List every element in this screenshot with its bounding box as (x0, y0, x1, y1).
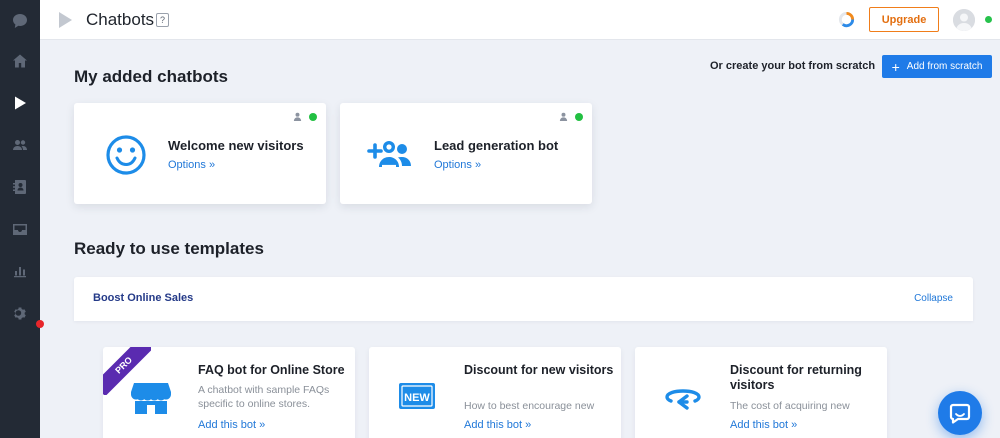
templates-category-panel: Boost Online Sales Collapse (74, 277, 973, 321)
collapse-link[interactable]: Collapse (914, 293, 953, 304)
sidebar-item-settings[interactable] (0, 292, 40, 334)
top-header: Chatbots ? Upgrade (40, 0, 1000, 40)
add-from-scratch-label: Add from scratch (906, 61, 983, 72)
bot-name: Welcome new visitors (168, 138, 304, 153)
template-title: Discount for returning visitors (730, 363, 862, 392)
upgrade-button[interactable]: Upgrade (869, 7, 939, 32)
bot-card-lead-generation[interactable]: Lead generation bot Options » (340, 103, 592, 204)
sidebar-item-chatbots[interactable] (0, 82, 40, 124)
bot-name: Lead generation bot (434, 138, 559, 153)
store-icon (131, 383, 171, 414)
template-card-faq[interactable]: PRO FAQ bot for Online Store A chatbot w… (103, 347, 355, 438)
sidebar-item-visitors[interactable] (0, 124, 40, 166)
template-card-new-visitors[interactable]: NEW Discount for new visitors How to bes… (369, 347, 621, 438)
bot-options-link[interactable]: Options » (434, 159, 481, 171)
avatar[interactable] (953, 9, 975, 31)
template-description: The cost of acquiring new (730, 400, 850, 412)
bot-options-link[interactable]: Options » (168, 159, 215, 171)
chat-widget-button[interactable] (938, 391, 982, 435)
person-icon (293, 112, 302, 121)
scratch-text: Or create your bot from scratch (710, 60, 876, 72)
notification-dot (36, 320, 44, 328)
add-this-bot-link[interactable]: Add this bot » (198, 419, 265, 431)
bot-status-dot (575, 113, 583, 121)
sidebar (0, 0, 40, 438)
play-logo-icon (59, 12, 72, 28)
return-arrow-icon (665, 389, 701, 410)
stats-icon (14, 267, 26, 278)
sidebar-item-chats[interactable] (0, 0, 40, 42)
page-title: Chatbots (86, 10, 155, 29)
loading-spinner-icon (838, 11, 855, 28)
user-avatar-icon (953, 9, 975, 31)
template-title: Discount for new visitors (464, 363, 614, 377)
users-icon (13, 140, 27, 150)
sidebar-item-inbox[interactable] (0, 208, 40, 250)
new-badge-icon: NEW (399, 383, 435, 409)
chat-icon (13, 14, 27, 28)
smiley-icon (106, 135, 146, 175)
help-badge[interactable]: ? (156, 13, 169, 27)
sidebar-item-contacts[interactable] (0, 166, 40, 208)
added-chatbots-title: My added chatbots (74, 67, 228, 86)
sidebar-item-home[interactable] (0, 40, 40, 82)
category-title: Boost Online Sales (93, 292, 194, 304)
template-description-line2: specific to online stores. (198, 398, 311, 410)
add-this-bot-link[interactable]: Add this bot » (730, 419, 797, 431)
template-description: How to best encourage new (464, 400, 595, 412)
plus-icon: + (891, 58, 900, 75)
gear-icon (14, 307, 26, 320)
template-title: FAQ bot for Online Store (198, 363, 345, 377)
home-icon (13, 54, 27, 68)
sidebar-item-stats[interactable] (0, 250, 40, 292)
bot-status-dot (309, 113, 317, 121)
online-status-dot (985, 16, 992, 23)
add-this-bot-link[interactable]: Add this bot » (464, 419, 531, 431)
add-from-scratch-button[interactable]: + Add from scratch (882, 55, 992, 78)
template-card-returning-visitors[interactable]: Discount for returning visitors The cost… (635, 347, 887, 438)
contacts-icon (13, 180, 26, 194)
template-description: A chatbot with sample FAQs (198, 384, 330, 396)
bot-card-welcome[interactable]: Welcome new visitors Options » (74, 103, 326, 204)
inbox-icon (13, 224, 27, 235)
play-icon (15, 96, 26, 110)
templates-title: Ready to use templates (74, 239, 264, 258)
svg-text:NEW: NEW (404, 392, 430, 404)
add-users-icon (367, 141, 411, 168)
person-icon (559, 112, 568, 121)
chat-bubble-icon (949, 403, 971, 424)
